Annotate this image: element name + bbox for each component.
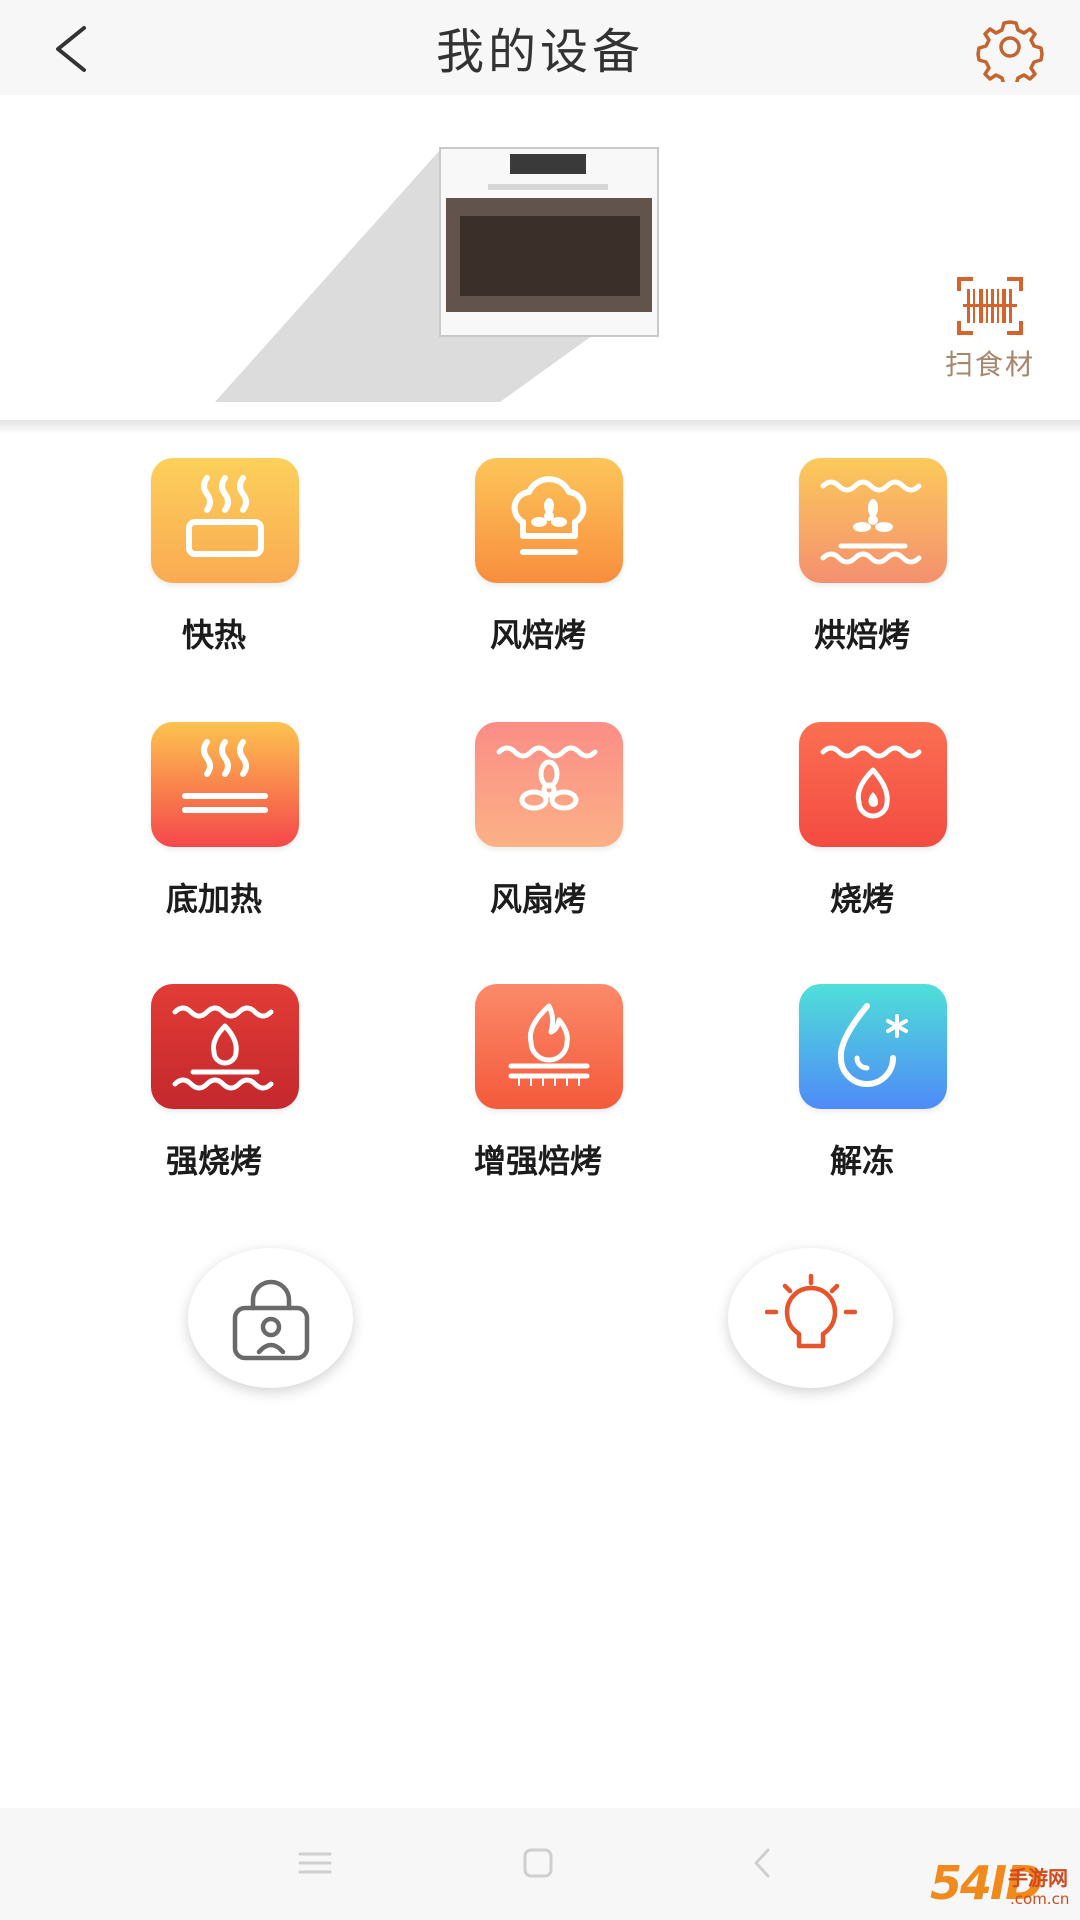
mode-label: 快热	[181, 616, 246, 654]
mode-label: 增强焙烤	[473, 1142, 602, 1180]
defrost-icon	[837, 1003, 908, 1087]
scan-food-button[interactable]: 扫食材	[930, 275, 1050, 395]
mode-tile	[151, 458, 299, 583]
mode-tile	[475, 984, 623, 1109]
enhanced-bake-icon	[508, 1003, 590, 1086]
mode-quick-heat[interactable]: 快热	[94, 458, 334, 668]
system-navigation-bar	[0, 1808, 1080, 1920]
gear-icon	[976, 20, 1044, 88]
barcode-scan-icon	[957, 277, 1023, 335]
mode-defrost[interactable]: 解冻	[742, 984, 982, 1194]
back-key[interactable]	[738, 1838, 788, 1888]
quick-heat-icon	[186, 475, 264, 557]
mode-fan-grill[interactable]: 风扇烤	[418, 722, 658, 932]
top-bar: 我的设备	[0, 0, 1080, 95]
mode-tile	[151, 722, 299, 847]
site-watermark: 54ID 手游网 .com.cn	[930, 1856, 1080, 1920]
mode-tile	[475, 458, 623, 583]
light-button[interactable]	[728, 1248, 893, 1388]
flame-grill-icon	[820, 745, 922, 819]
mode-bottom-heat[interactable]: 底加热	[94, 722, 334, 932]
child-lock-button[interactable]	[188, 1248, 353, 1388]
mode-grill[interactable]: 烧烤	[742, 722, 982, 932]
hero-divider	[0, 420, 1080, 434]
mode-baking[interactable]: 烘焙烤	[742, 458, 982, 668]
mode-label: 风焙烤	[489, 616, 586, 654]
back-triangle-icon	[754, 1848, 770, 1878]
light-bulb-icon	[765, 1273, 857, 1349]
oven-illustration	[215, 147, 659, 402]
mode-label: 底加热	[165, 880, 262, 918]
child-lock-icon	[232, 1279, 310, 1361]
menu-icon	[298, 1852, 332, 1874]
mode-label: 强烧烤	[165, 1142, 262, 1180]
bottom-heat-icon	[182, 739, 268, 813]
mode-strong-grill[interactable]: 强烧烤	[94, 984, 334, 1194]
fan-grill-icon	[496, 745, 598, 811]
mode-tile	[799, 458, 947, 583]
mode-label: 烘焙烤	[813, 616, 910, 654]
mode-enhanced-bake[interactable]: 增强焙烤	[418, 984, 658, 1194]
fan-top-bottom-heat-icon	[820, 479, 922, 565]
mode-label: 风扇烤	[489, 880, 586, 918]
mode-tile	[799, 722, 947, 847]
watermark-domain: .com.cn	[1010, 1890, 1070, 1908]
mode-convection-bake[interactable]: 风焙烤	[418, 458, 658, 668]
mode-tile	[475, 722, 623, 847]
mode-label: 解冻	[829, 1142, 894, 1180]
mode-tile	[799, 984, 947, 1109]
mode-tile	[151, 984, 299, 1109]
strong-grill-icon	[172, 1005, 274, 1091]
menu-key[interactable]	[290, 1838, 340, 1888]
watermark-text: 手游网	[1008, 1866, 1068, 1890]
home-square-icon	[523, 1848, 553, 1878]
home-key[interactable]	[513, 1838, 563, 1888]
scan-food-label: 扫食材	[944, 348, 1035, 381]
page-title: 我的设备	[435, 24, 644, 80]
chef-hat-fan-icon	[511, 476, 587, 555]
settings-button[interactable]	[975, 12, 1045, 88]
mode-label: 烧烤	[829, 880, 894, 918]
